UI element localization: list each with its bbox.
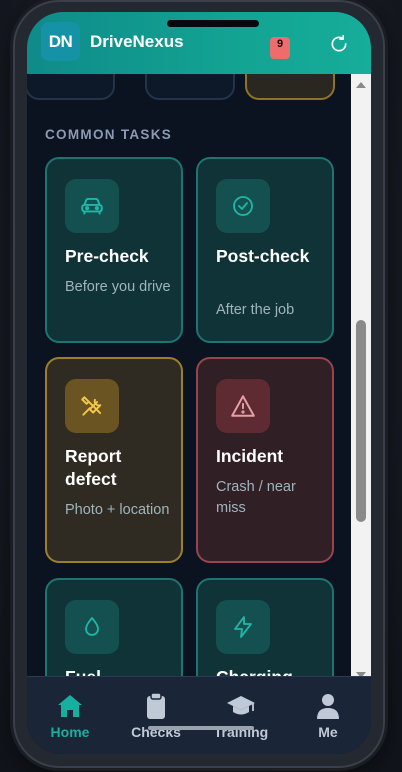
task-card-post-check[interactable]: Post-check After the job [196, 157, 334, 343]
check-circle-icon [216, 179, 270, 233]
task-card-incident[interactable]: Incident Crash / near miss [196, 357, 334, 563]
task-card-title: Fuel [65, 666, 175, 676]
previous-card [145, 74, 235, 100]
scroll-up-arrow[interactable] [356, 82, 366, 88]
nav-item-checks[interactable]: Checks [116, 691, 196, 740]
task-card-title: Charging [216, 666, 326, 676]
app-title: DriveNexus [90, 32, 184, 51]
task-card-subtitle: After the job [216, 302, 295, 318]
nav-label: Me [318, 724, 338, 740]
previous-card [27, 74, 115, 100]
task-card-pre-check[interactable]: Pre-check Before you drive [45, 157, 183, 343]
task-card-subtitle: Before you drive [65, 279, 171, 295]
previous-card [245, 74, 335, 100]
nav-item-me[interactable]: Me [288, 691, 368, 740]
bottom-nav: Home Checks Training Me [27, 676, 371, 754]
tools-icon [65, 379, 119, 433]
nav-item-home[interactable]: Home [30, 691, 110, 740]
task-card-title: Report defect [65, 446, 122, 489]
clipboard-icon [116, 691, 196, 721]
task-card-charging[interactable]: Charging [196, 578, 334, 676]
scrollbar-thumb[interactable] [356, 320, 366, 522]
user-icon [288, 691, 368, 721]
bolt-icon [216, 600, 270, 654]
section-title: COMMON TASKS [45, 127, 173, 142]
refresh-icon[interactable] [329, 34, 349, 54]
task-card-fuel[interactable]: Fuel [45, 578, 183, 676]
app-logo: DN [41, 22, 80, 61]
phone-notch [167, 20, 259, 27]
nav-item-training[interactable]: Training [201, 691, 281, 740]
home-indicator [148, 726, 254, 730]
main-content: COMMON TASKS Pre-check Before you drive [27, 74, 351, 676]
task-card-title: Pre-check [65, 246, 149, 266]
task-card-subtitle: Crash / near miss [216, 479, 296, 516]
scrollbar[interactable] [351, 74, 371, 686]
graduation-cap-icon [201, 691, 281, 721]
home-icon [30, 691, 110, 721]
task-card-title: Incident [216, 446, 284, 466]
app-screen: DN DriveNexus 9 COMMON TASKS Pre-check B… [27, 12, 371, 754]
task-card-report-defect[interactable]: Report defect Photo + location [45, 357, 183, 563]
notification-badge[interactable]: 9 [270, 37, 290, 59]
task-card-subtitle: Photo + location [65, 502, 170, 518]
car-icon [65, 179, 119, 233]
nav-label: Home [50, 724, 90, 740]
warning-icon [216, 379, 270, 433]
task-card-title: Post-check [216, 246, 310, 266]
drop-icon [65, 600, 119, 654]
